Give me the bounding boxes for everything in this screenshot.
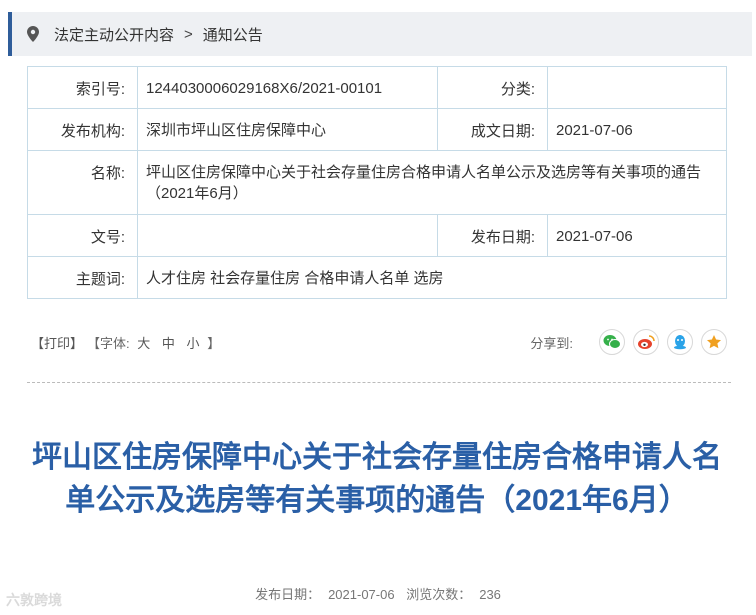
org-label: 发布机构: <box>27 108 138 151</box>
article-toolbar: 【打印】 【字体: 大 中 小 】 分享到: <box>27 326 727 358</box>
docno-value <box>137 214 438 257</box>
watermark: 六敦跨境 <box>6 592 62 608</box>
qq-icon[interactable] <box>667 329 693 355</box>
font-small-button[interactable]: 小 <box>187 336 200 351</box>
font-medium-button[interactable]: 中 <box>162 336 175 351</box>
created-date-value: 2021-07-06 <box>547 108 727 151</box>
topic-value: 人才住房 社会存量住房 合格申请人名单 选房 <box>137 256 727 299</box>
article-title: 坪山区住房保障中心关于社会存量住房合格申请人名单公示及选房等有关事项的通告（20… <box>32 441 722 517</box>
location-pin-icon <box>24 25 42 43</box>
font-size-prefix: 【字体: <box>87 335 130 351</box>
breadcrumb: 法定主动公开内容 > 通知公告 <box>8 12 752 56</box>
created-date-label: 成文日期: <box>437 108 548 151</box>
weibo-icon[interactable] <box>633 329 659 355</box>
chevron-right-icon: > <box>184 25 193 43</box>
pub-date-info-label: 发布日期： <box>255 587 321 602</box>
index-value: 1244030006029168X6/2021-00101 <box>137 66 438 109</box>
views-label: 浏览次数： <box>406 587 472 602</box>
docno-label: 文号: <box>27 214 138 257</box>
category-value <box>547 66 727 109</box>
font-size-suffix: 】 <box>207 335 221 351</box>
font-size-group: 【字体: 大 中 小 】 <box>87 333 220 352</box>
share-bar: 分享到: <box>530 326 727 358</box>
document-meta-table: 索引号: 1244030006029168X6/2021-00101 分类: 发… <box>27 66 727 299</box>
name-value: 坪山区住房保障中心关于社会存量住房合格申请人名单公示及选房等有关事项的通告（20… <box>137 150 727 215</box>
pub-date-info-value: 2021-07-06 <box>328 587 395 602</box>
share-label: 分享到: <box>530 335 573 351</box>
views-count: 236 <box>479 587 501 602</box>
index-label: 索引号: <box>27 66 138 109</box>
favorite-star-icon[interactable] <box>701 329 727 355</box>
name-label: 名称: <box>27 150 138 215</box>
wechat-icon[interactable] <box>599 329 625 355</box>
pub-date-value: 2021-07-06 <box>547 214 727 257</box>
pub-date-label: 发布日期: <box>437 214 548 257</box>
breadcrumb-link-public-content[interactable]: 法定主动公开内容 <box>54 24 174 45</box>
breadcrumb-link-notices[interactable]: 通知公告 <box>203 24 263 45</box>
org-value: 深圳市坪山区住房保障中心 <box>137 108 438 151</box>
print-button[interactable]: 【打印】 <box>31 333 83 352</box>
topic-label: 主题词: <box>27 256 138 299</box>
article-info: 发布日期： 2021-07-06 浏览次数： 236 <box>0 584 756 603</box>
dashed-divider <box>27 382 731 383</box>
font-large-button[interactable]: 大 <box>137 336 150 351</box>
category-label: 分类: <box>437 66 548 109</box>
